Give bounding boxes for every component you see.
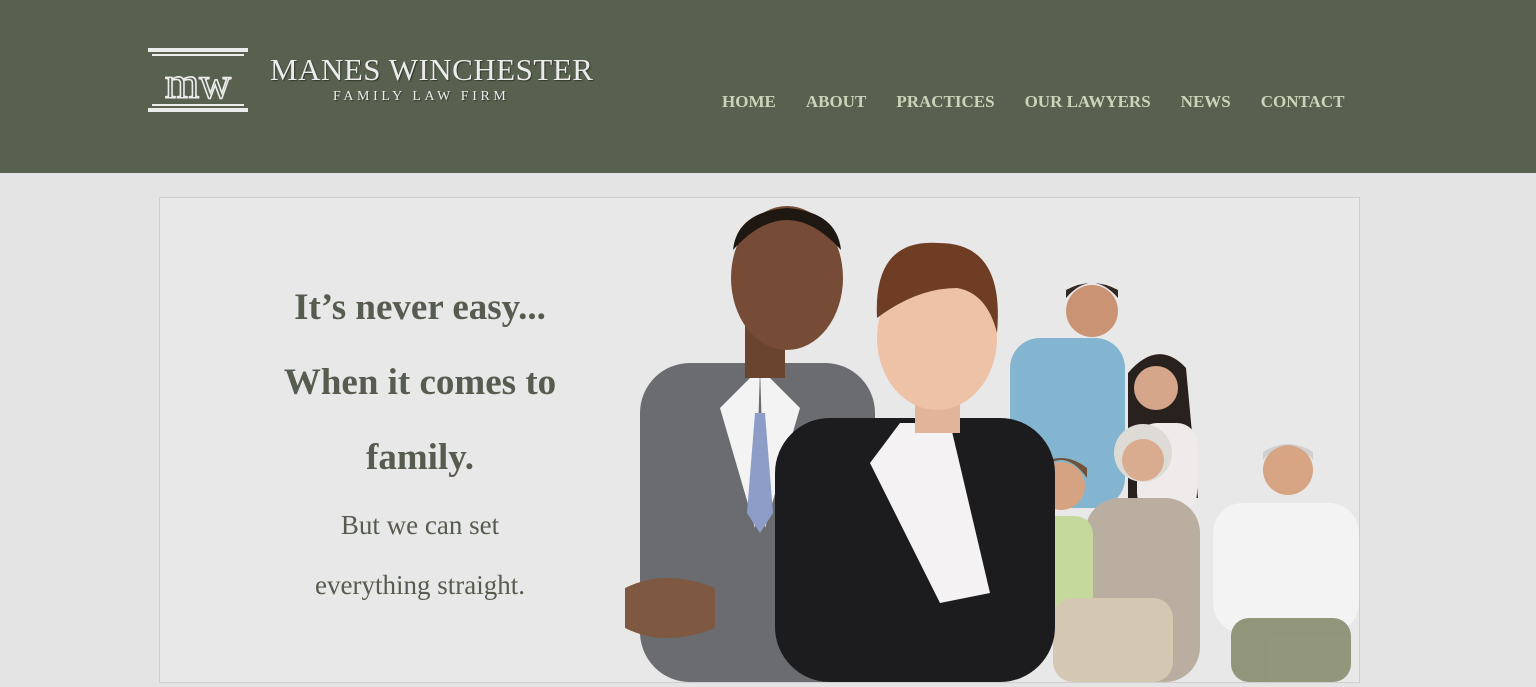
hero-banner: It’s never easy... When it comes to fami… [159,197,1360,683]
brand-subtitle: FAMILY LAW FIRM [333,89,510,104]
nav-about[interactable]: ABOUT [806,92,866,112]
svg-text:mw: mw [165,59,231,108]
main-nav: HOME ABOUT PRACTICES OUR LAWYERS NEWS CO… [722,92,1345,112]
site-header: mw MANES WINCHESTER FAMILY LAW FIRM HOME… [0,0,1536,173]
nav-home[interactable]: HOME [722,92,776,112]
hero-headline-line2: When it comes to [283,362,557,403]
monogram-logo-icon: mw [148,48,248,112]
nav-news[interactable]: NEWS [1181,92,1231,112]
site-logo[interactable]: mw MANES WINCHESTER FAMILY LAW FIRM [148,48,608,118]
lawyers-and-family-photo [625,206,1359,682]
hero-tagline-line1: But we can set [340,510,500,540]
brand-name: MANES WINCHESTER [270,52,594,87]
nav-contact[interactable]: CONTACT [1261,92,1345,112]
nav-our-lawyers[interactable]: OUR LAWYERS [1025,92,1151,112]
family-group-image [1010,283,1359,682]
hero-headline-line1: It’s never easy... [294,287,546,328]
hero-text: It’s never easy... When it comes to fami… [220,270,620,615]
nav-practices[interactable]: PRACTICES [896,92,994,112]
hero-headline-line3: family. [366,437,474,478]
hero-tagline-line2: everything straight. [315,570,525,600]
